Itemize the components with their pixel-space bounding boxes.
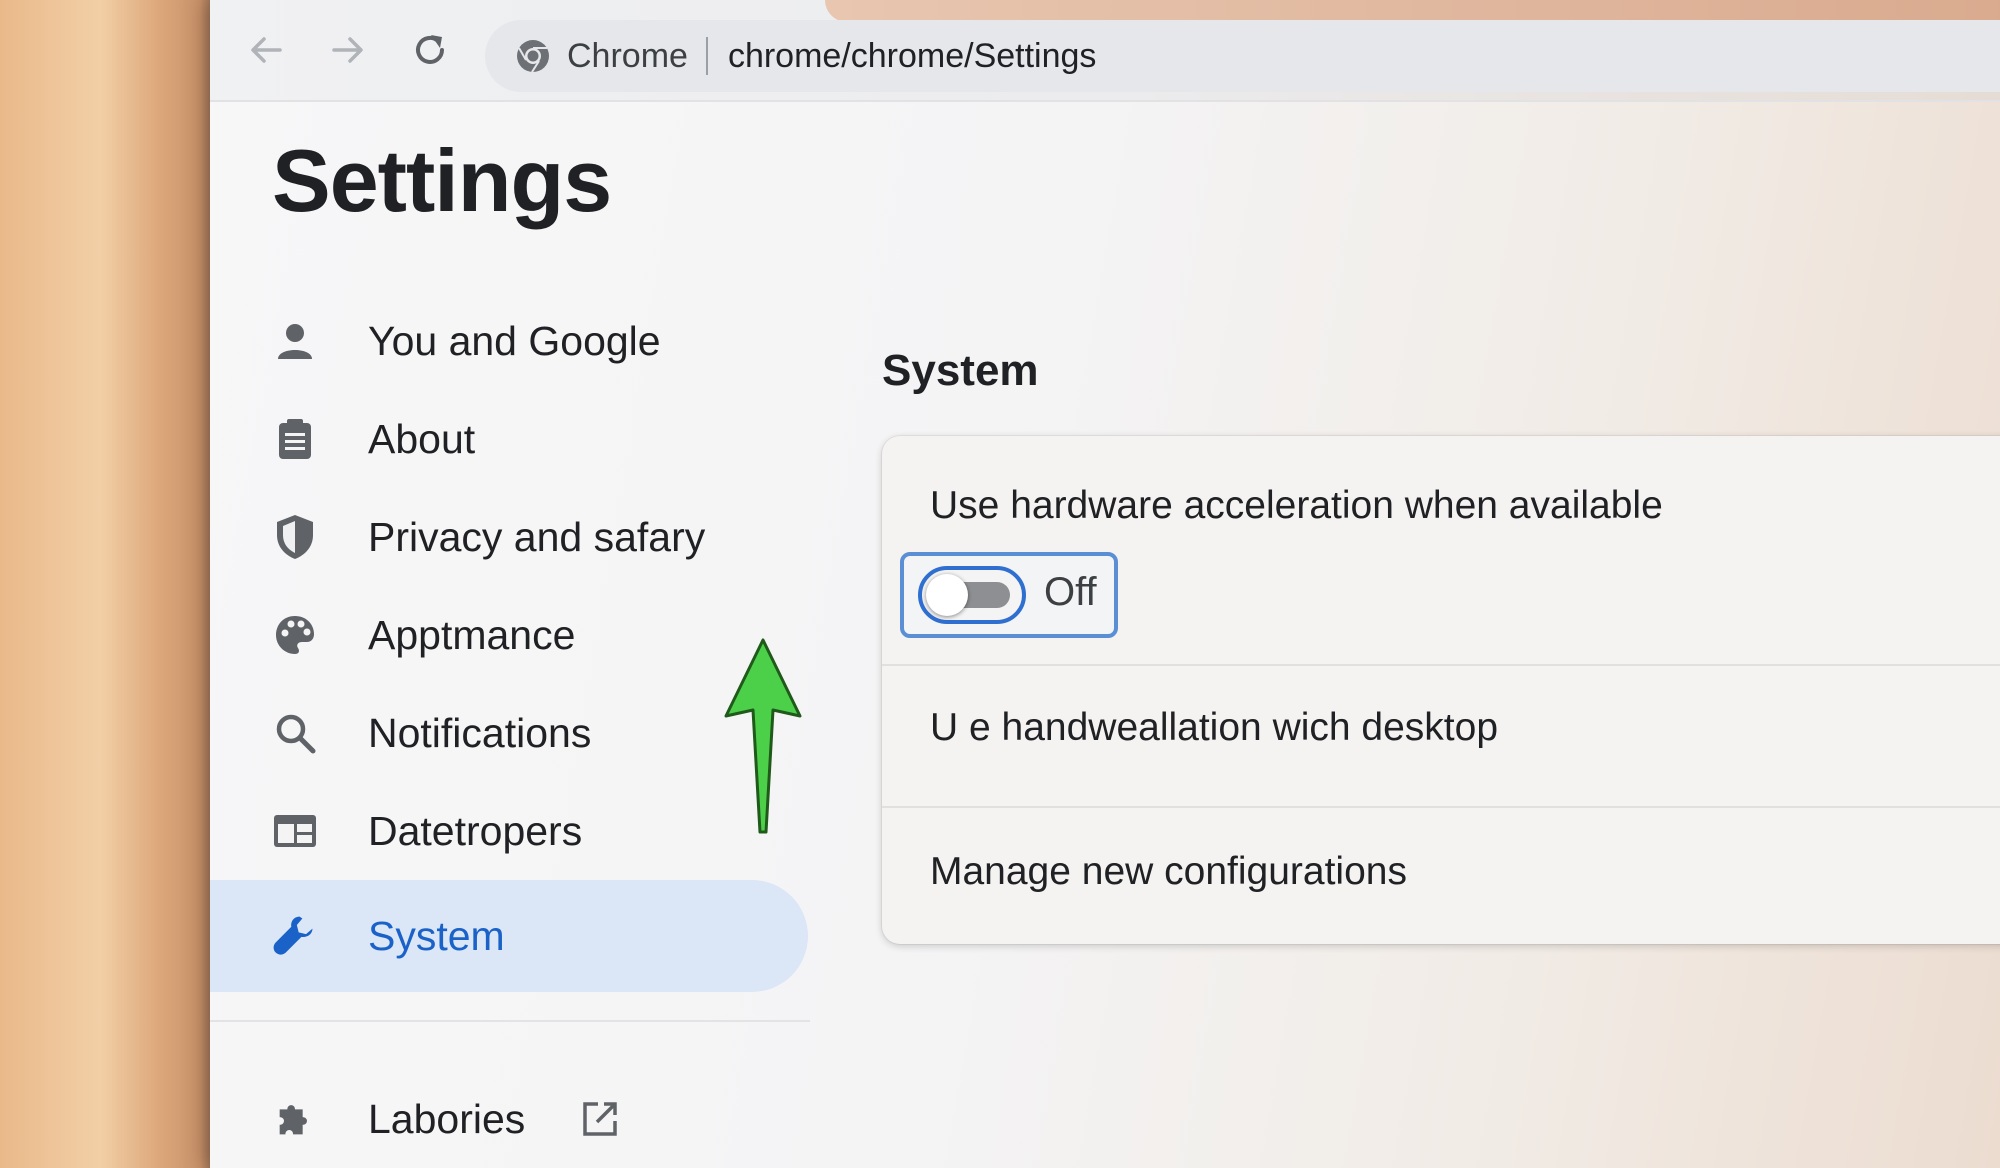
wrench-icon bbox=[272, 913, 318, 959]
browser-window-icon bbox=[272, 808, 318, 854]
toggle-highlight-box: Off bbox=[900, 552, 1118, 638]
back-arrow-icon bbox=[251, 37, 282, 63]
clipboard-icon bbox=[272, 416, 318, 462]
sidebar-item-label: About bbox=[368, 415, 476, 462]
sidebar-item-label: Apptmance bbox=[368, 611, 576, 658]
sidebar-item-extensions[interactable]: Labories bbox=[210, 1074, 810, 1164]
sidebar-item-system[interactable]: System bbox=[210, 880, 808, 992]
reload-icon bbox=[416, 35, 444, 64]
page-title: Settings bbox=[272, 131, 612, 230]
manage-configurations-link[interactable]: Manage new configurations bbox=[930, 850, 1407, 894]
person-icon bbox=[272, 318, 318, 364]
section-title-system: System bbox=[882, 346, 1039, 395]
sidebar-item-label: Notifications bbox=[368, 709, 592, 756]
chrome-logo-icon bbox=[517, 40, 549, 73]
card-divider bbox=[882, 664, 2000, 666]
search-icon bbox=[272, 710, 318, 756]
annotation-arrow-icon bbox=[724, 638, 802, 834]
toggle-knob bbox=[926, 574, 968, 616]
sidebar-item-about[interactable]: About bbox=[210, 394, 810, 484]
sidebar-item-privacy[interactable]: Privacy and safary bbox=[210, 492, 810, 582]
sidebar-item-label: Labories bbox=[368, 1095, 526, 1142]
sidebar-item-label: Datetropers bbox=[368, 807, 583, 854]
card-divider bbox=[882, 806, 2000, 808]
address-bar[interactable]: Chrome chrome/chrome/Settings bbox=[485, 20, 2000, 92]
sidebar-item-label: Privacy and safary bbox=[368, 513, 706, 560]
reload-button[interactable] bbox=[404, 24, 456, 76]
sidebar-item-label: You and Google bbox=[368, 317, 661, 364]
palette-icon bbox=[272, 612, 318, 658]
shield-icon bbox=[272, 514, 318, 560]
setting-row-label[interactable]: U e handweallation wich desktop bbox=[930, 706, 1498, 750]
puzzle-icon bbox=[272, 1096, 318, 1142]
sidebar-divider bbox=[210, 1020, 810, 1022]
toggle-state-label: Off bbox=[1044, 570, 1097, 614]
omnibox-origin-label: Chrome bbox=[567, 36, 688, 75]
omnibox-separator bbox=[705, 37, 708, 75]
omnibox-url[interactable]: chrome/chrome/Settings bbox=[728, 37, 1097, 76]
forward-arrow-icon bbox=[332, 37, 363, 63]
sidebar-item-you-and-google[interactable]: You and Google bbox=[210, 296, 810, 386]
browser-toolbar: Chrome chrome/chrome/Settings bbox=[210, 0, 2000, 102]
hardware-acceleration-toggle[interactable] bbox=[918, 566, 1026, 624]
sidebar-item-label: System bbox=[368, 912, 505, 959]
system-settings-card: Use hardware acceleration when available… bbox=[882, 436, 2000, 944]
browser-screen: Chrome chrome/chrome/Settings Settings Y… bbox=[210, 0, 2000, 1168]
open-in-new-icon bbox=[583, 1102, 617, 1136]
forward-button[interactable] bbox=[322, 24, 374, 76]
hardware-acceleration-label: Use hardware acceleration when available bbox=[930, 484, 1663, 527]
back-button[interactable] bbox=[240, 24, 292, 76]
tab-strip bbox=[825, 0, 2000, 22]
